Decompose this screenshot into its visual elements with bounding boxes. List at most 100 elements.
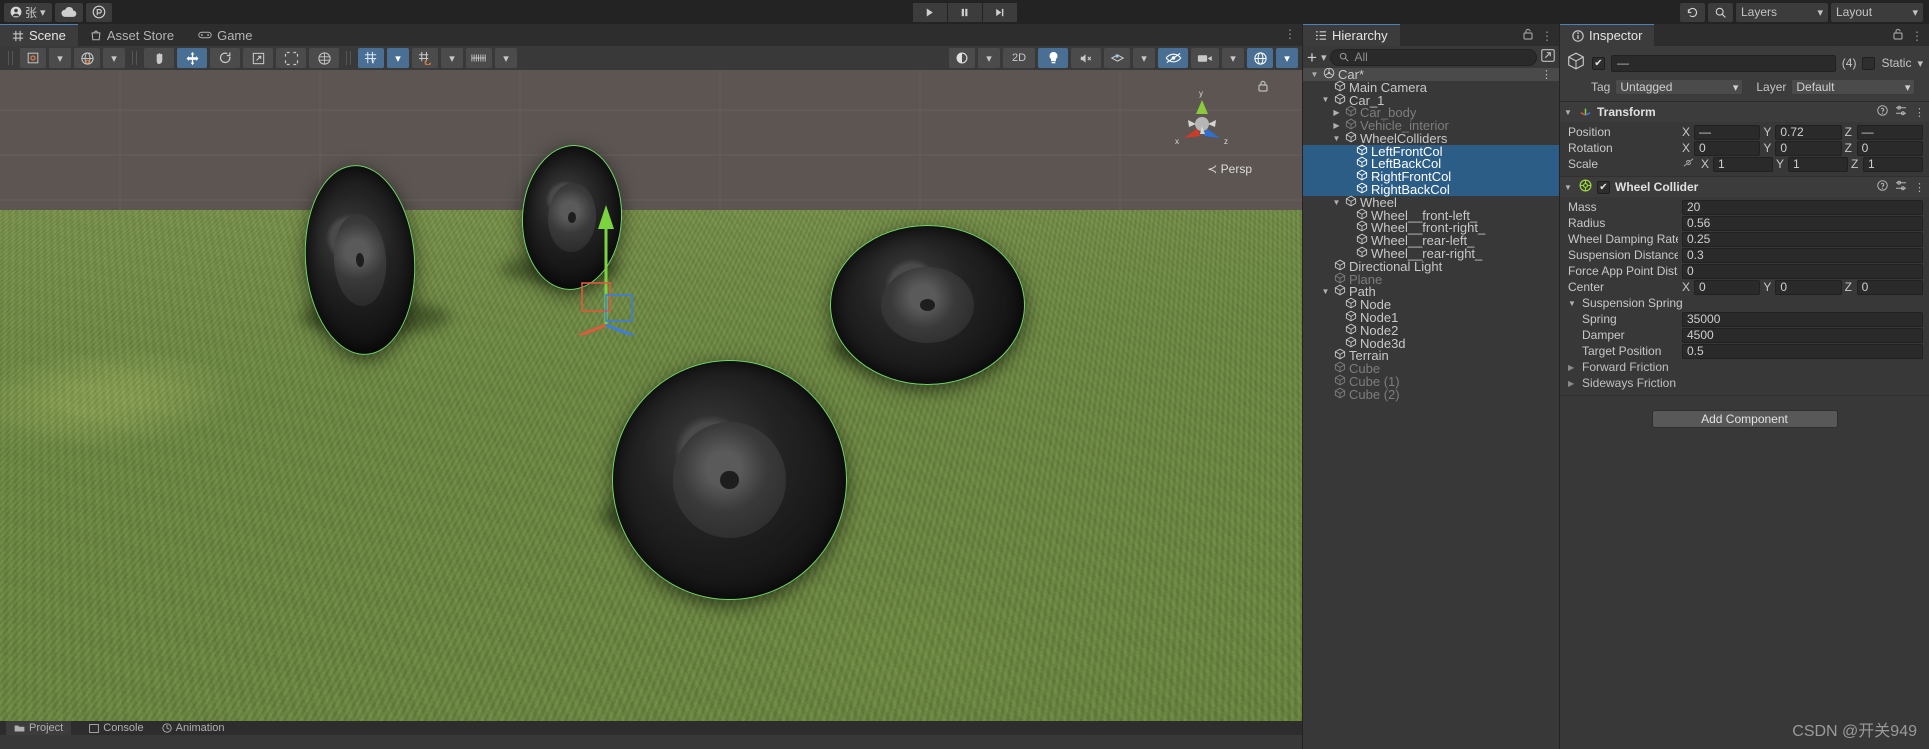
chevron-down-icon[interactable]: ▼ [1331,134,1342,143]
transform-tool-button[interactable] [309,48,339,68]
ruler-button[interactable] [466,48,492,68]
lighting-toggle-button[interactable] [1038,48,1068,68]
hierarchy-item-rightbackcol[interactable]: ▶RightBackCol [1303,182,1559,197]
step-button[interactable] [982,2,1017,22]
move-tool-button[interactable] [177,48,207,68]
field-x[interactable]: 1 [1713,156,1773,172]
static-checkbox[interactable] [1862,56,1876,70]
field-y[interactable]: 0 [1775,279,1842,295]
chevron-right-icon[interactable]: ▶ [1568,363,1578,372]
shading-mode-button[interactable] [949,48,975,68]
kebab-menu-icon[interactable]: ⋮ [1914,106,1925,119]
hand-tool-button[interactable] [144,48,174,68]
property-field[interactable]: 0.5 [1682,343,1923,359]
camera-dropdown[interactable]: ▾ [1222,48,1244,68]
layer-dropdown[interactable]: Default ▾ [1791,79,1916,95]
preset-icon[interactable] [1895,105,1907,119]
kebab-menu-icon[interactable]: ⋮ [1914,181,1925,194]
tag-dropdown[interactable]: Untagged ▾ [1615,79,1744,95]
property-field[interactable]: 20 [1682,199,1923,215]
pause-button[interactable] [947,2,982,22]
pivot-toggle-button[interactable] [20,48,46,68]
undo-history-button[interactable] [1680,2,1705,22]
pivot-dropdown[interactable]: ▾ [49,48,71,68]
property-field[interactable]: 0.3 [1682,247,1923,263]
effects-dropdown[interactable]: ▾ [1133,48,1155,68]
field-y[interactable]: 1 [1788,156,1848,172]
chevron-down-icon[interactable]: ▼ [1564,108,1574,117]
hierarchy-item-node1[interactable]: ▶Node1 [1303,310,1559,325]
layers-dropdown[interactable]: Layers ▾ [1736,2,1828,22]
collab-button[interactable] [85,2,112,22]
object-name-input[interactable]: — [1611,54,1836,72]
cloud-button[interactable] [54,2,83,22]
chevron-right-icon[interactable]: ▶ [1331,121,1342,130]
group-forward-friction[interactable]: ▶ Forward Friction [1560,359,1929,375]
gizmos-dropdown[interactable]: ▾ [1276,48,1298,68]
add-component-button[interactable]: Add Component [1651,410,1838,428]
hierarchy-item-node[interactable]: ▶Node [1303,297,1559,312]
help-icon[interactable] [1877,180,1888,194]
field-x[interactable]: 0 [1694,279,1761,295]
scene-panel-menu[interactable]: ⋮ [1284,27,1296,41]
audio-toggle-button[interactable] [1071,48,1101,68]
rotate-tool-button[interactable] [210,48,240,68]
wheel-mesh-front-left[interactable] [612,360,847,600]
scene-viewport[interactable]: y x z ≺ Persp Project Console Animation [0,70,1302,735]
scale-tool-button[interactable] [243,48,273,68]
ruler-dropdown[interactable]: ▾ [495,48,517,68]
field-x[interactable]: — [1694,124,1761,140]
chevron-down-icon[interactable]: ▼ [1331,198,1342,207]
property-field[interactable]: 0 [1682,263,1923,279]
shading-mode-dropdown[interactable]: ▾ [978,48,1000,68]
scene-orientation-gizmo[interactable]: y x z [1164,84,1240,160]
field-z[interactable]: 0 [1856,140,1923,156]
hierarchy-item-cube-2[interactable]: ▶Cube (2) [1303,387,1559,402]
tab-animation[interactable]: Animation [161,722,225,734]
field-z[interactable]: 0 [1856,279,1923,295]
component-enabled-checkbox[interactable]: ✔ [1597,180,1610,194]
tab-hierarchy[interactable]: Hierarchy [1303,24,1400,46]
expand-panel-icon[interactable] [1541,48,1555,66]
chevron-right-icon[interactable]: ▶ [1331,108,1342,117]
property-field[interactable]: 0.25 [1682,231,1923,247]
gizmos-button[interactable] [1247,48,1273,68]
chevron-right-icon[interactable]: ▶ [1568,379,1578,388]
hierarchy-item-path[interactable]: ▼ Path [1303,284,1559,299]
hierarchy-search-input[interactable]: All [1330,48,1537,66]
field-z[interactable]: — [1856,124,1923,140]
tab-asset-store[interactable]: Asset Store [78,24,186,46]
chevron-down-icon[interactable]: ▼ [1320,95,1331,104]
handle-space-dropdown[interactable]: ▾ [103,48,125,68]
hierarchy-tree[interactable]: ▼Car*⋮▶Main Camera▼Car_1▶Car_body▶Vehicl… [1303,68,1559,723]
wheel-mesh-front-right[interactable] [830,225,1025,385]
kebab-menu-icon[interactable]: ⋮ [1284,27,1296,41]
chevron-down-icon[interactable]: ▼ [1309,70,1320,79]
add-object-button[interactable]: + [1307,49,1317,66]
tab-scene[interactable]: Scene [0,24,78,46]
layout-dropdown[interactable]: Layout ▾ [1831,2,1923,22]
move-gizmo[interactable] [520,165,700,335]
tab-project[interactable]: Project [6,721,72,735]
property-field[interactable]: 0.56 [1682,215,1923,231]
effects-button[interactable] [1104,48,1130,68]
search-button[interactable] [1708,2,1733,22]
tab-console[interactable]: Console [89,722,144,734]
component-header[interactable]: ▼ ✔ Wheel Collider ⋮ [1560,177,1929,197]
toggle-2d-button[interactable]: 2D [1003,48,1035,68]
account-button[interactable]: 张 ▾ [4,2,52,22]
camera-button[interactable] [1191,48,1219,68]
kebab-menu-icon[interactable]: ⋮ [1541,68,1553,81]
field-y[interactable]: 0.72 [1775,124,1842,140]
static-dropdown-icon[interactable]: ▾ [1917,57,1923,70]
rect-tool-button[interactable] [276,48,306,68]
tab-game[interactable]: Game [186,24,264,46]
lock-icon[interactable] [1893,27,1903,44]
chevron-down-icon[interactable]: ▼ [1320,287,1331,296]
property-field[interactable]: 35000 [1682,311,1923,327]
snap-increment-dropdown[interactable]: ▾ [441,48,463,68]
lock-icon[interactable] [1523,27,1533,44]
group-sideways-friction[interactable]: ▶ Sideways Friction [1560,375,1929,391]
preset-icon[interactable] [1895,180,1907,194]
scale-link-off-icon[interactable] [1682,157,1695,171]
